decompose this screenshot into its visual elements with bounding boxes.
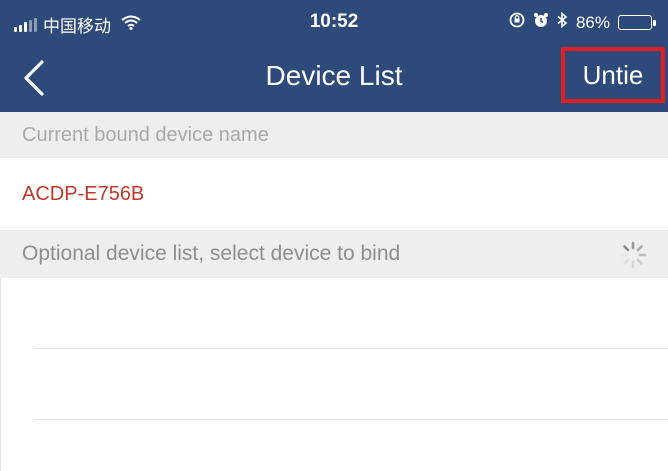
nav-bar: Device List Untie (0, 46, 668, 112)
bound-device-row[interactable]: ACDP-E756B (0, 158, 668, 230)
list-divider (34, 348, 668, 349)
status-bar: 中国移动 10:52 86% (0, 0, 668, 46)
battery-icon (618, 15, 656, 30)
orientation-lock-icon (509, 12, 525, 33)
battery-percent: 86% (575, 12, 610, 32)
optional-device-list (0, 278, 668, 471)
bound-device-name: ACDP-E756B (22, 182, 145, 205)
bound-device-section-header: Current bound device name (0, 112, 668, 158)
optional-device-section-header: Optional device list, select device to b… (0, 230, 668, 278)
list-divider (34, 419, 668, 420)
status-bar-right: 86% (509, 11, 656, 33)
optional-device-section-label: Optional device list, select device to b… (22, 242, 401, 265)
alarm-icon (533, 12, 549, 33)
left-edge-line (0, 278, 1, 471)
untie-button[interactable]: Untie (561, 47, 665, 103)
app-header: 中国移动 10:52 86% Device List Untie (0, 0, 668, 112)
spinner-icon (619, 241, 647, 269)
bluetooth-icon (557, 11, 568, 33)
